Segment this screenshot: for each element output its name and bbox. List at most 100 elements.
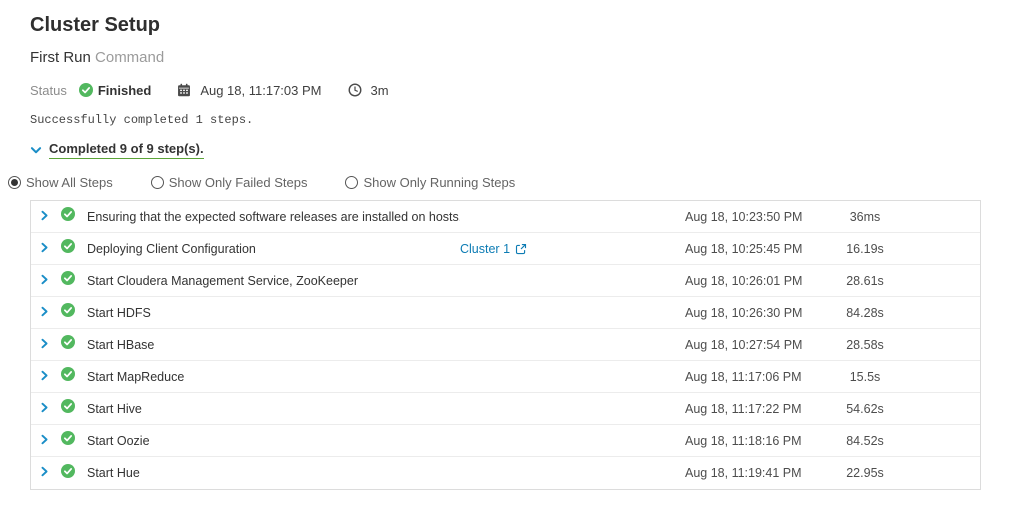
command-subtitle: First Run Command [30,49,1024,67]
expand-step-button[interactable] [39,432,61,450]
step-row: Start HDFS Aug 18, 10:26:30 PM 84.28s [31,297,980,329]
progress-summary: Completed 9 of 9 step(s). [49,141,204,159]
status-duration: 3m [370,82,389,98]
filter-label: Show Only Running Steps [363,175,516,190]
check-circle-icon [61,303,75,322]
step-status [61,463,87,483]
step-duration: 28.61s [846,273,884,288]
step-label: Ensuring that the expected software rele… [87,209,460,224]
expand-step-button[interactable] [39,336,61,354]
step-status [61,367,87,386]
step-status [61,335,87,354]
step-time: Aug 18, 11:19:41 PM [685,466,802,480]
calendar-icon [177,83,191,97]
step-row: Start HBase Aug 18, 10:27:54 PM 28.58s [31,329,980,361]
step-time: Aug 18, 11:18:16 PM [685,433,802,448]
step-duration: 54.62s [846,401,884,416]
step-time: Aug 18, 10:25:45 PM [685,241,803,256]
filter-label: Show All Steps [26,175,113,190]
steps-table: Ensuring that the expected software rele… [30,200,981,490]
command-type-label: Command [95,49,165,66]
step-duration: 84.28s [846,305,884,320]
step-row: Start Cloudera Management Service, ZooKe… [31,265,980,297]
step-row: Start Oozie Aug 18, 11:18:16 PM 84.52s [31,425,980,457]
status-value: Finished [97,82,152,98]
step-time: Aug 18, 10:23:50 PM [685,209,803,224]
step-time: Aug 18, 10:27:54 PM [685,337,803,352]
chevron-right-icon [39,432,50,450]
chevron-right-icon [39,400,50,418]
chevron-right-icon [39,336,50,354]
expand-step-button[interactable] [39,464,61,482]
status-duration-group: 3m [348,83,389,98]
step-row: Start MapReduce Aug 18, 11:17:06 PM 15.5… [31,361,980,393]
check-circle-icon [61,463,75,483]
check-circle-icon [61,399,75,418]
chevron-right-icon [39,208,50,226]
clock-icon [348,83,362,97]
step-duration: 84.52s [846,433,884,448]
step-context-link[interactable]: Cluster 1 [460,242,527,256]
step-label: Start MapReduce [87,369,185,384]
status-timestamp-group: Aug 18, 11:17:03 PM [177,82,322,98]
status-label: Status [30,82,67,98]
step-label: Start Cloudera Management Service, ZooKe… [87,273,358,288]
step-duration: 28.58s [846,337,884,352]
step-time: Aug 18, 11:17:06 PM [685,369,802,384]
step-time: Aug 18, 11:17:22 PM [685,401,802,416]
check-circle-icon [61,207,75,226]
chevron-right-icon [39,464,50,482]
step-status [61,431,87,450]
step-duration: 36ms [849,209,881,224]
step-status [61,207,87,226]
filter-label: Show Only Failed Steps [168,175,308,190]
check-circle-icon [61,239,75,258]
step-time: Aug 18, 10:26:30 PM [685,305,803,320]
expand-step-button[interactable] [39,368,61,386]
chevron-right-icon [39,272,50,290]
page-title: Cluster Setup [30,14,161,36]
step-row: Start Hue Aug 18, 11:19:41 PM 22.95s [31,457,980,489]
step-filter-option[interactable]: Show All Steps [8,175,113,190]
step-duration: 15.5s [849,369,881,384]
step-row: Deploying Client Configuration Cluster 1… [31,233,980,265]
radio-icon [150,176,164,189]
step-label: Start HDFS [87,305,151,320]
radio-icon [345,176,359,189]
external-link-icon [515,243,527,255]
status-chip: Finished [78,82,152,98]
chevron-right-icon [39,368,50,386]
step-filters: Show All Steps Show Only Failed Steps Sh… [8,175,1024,190]
expand-step-button[interactable] [39,240,61,258]
step-row: Ensuring that the expected software rele… [31,201,980,233]
step-duration: 22.95s [846,466,884,480]
expand-step-button[interactable] [39,272,61,290]
status-timestamp: Aug 18, 11:17:03 PM [200,82,322,98]
step-label: Start Oozie [87,433,150,448]
chevron-down-icon [30,144,42,156]
context-link-label: Cluster 1 [460,241,511,256]
step-filter-option[interactable]: Show Only Failed Steps [150,175,308,190]
expand-step-button[interactable] [39,304,61,322]
cluster-setup-page: Cluster Setup First Run Command Status F… [0,0,1024,490]
radio-icon [8,176,21,189]
check-circle-icon [61,431,75,450]
step-row: Start Hive Aug 18, 11:17:22 PM 54.62s [31,393,980,425]
command-name: First Run [30,49,91,66]
check-circle-icon [78,83,93,97]
check-circle-icon [61,271,75,290]
step-status [61,239,87,258]
chevron-right-icon [39,240,50,258]
chevron-right-icon [39,304,50,322]
steps-collapse-toggle[interactable]: Completed 9 of 9 step(s). [30,141,204,159]
expand-step-button[interactable] [39,400,61,418]
step-label: Start HBase [87,337,155,352]
check-circle-icon [61,367,75,386]
step-label: Start Hive [87,401,142,416]
step-label: Start Hue [87,466,140,480]
step-status [61,271,87,290]
step-status [61,303,87,322]
step-status [61,399,87,418]
step-filter-option[interactable]: Show Only Running Steps [345,175,515,190]
expand-step-button[interactable] [39,208,61,226]
